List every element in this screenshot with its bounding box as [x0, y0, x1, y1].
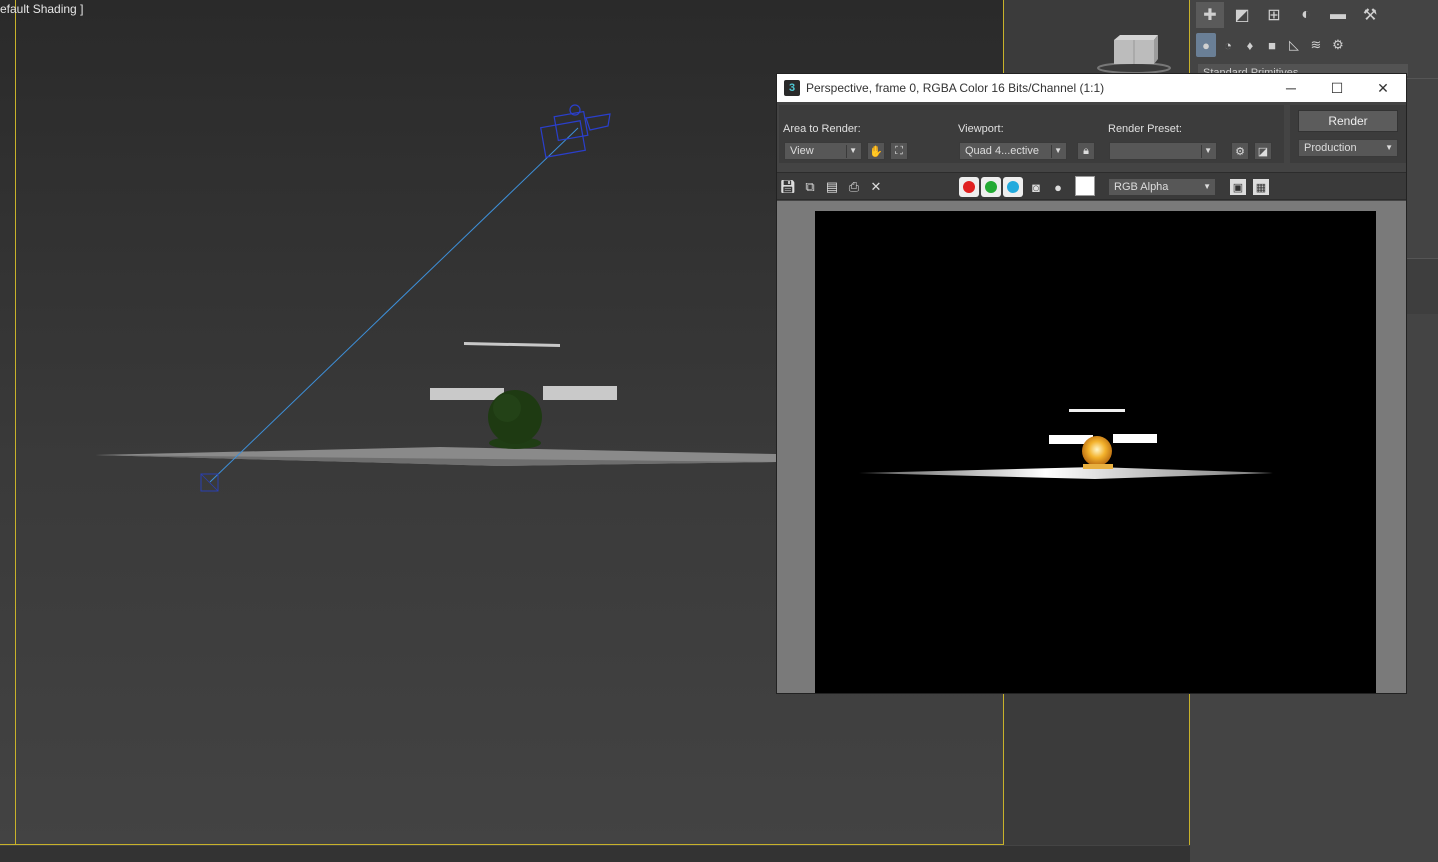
show-info-icon[interactable]: ▦: [1252, 178, 1270, 196]
save-icon[interactable]: 💾︎: [779, 178, 797, 196]
right-box: [543, 386, 617, 400]
status-strip: [0, 846, 1190, 862]
clear-icon[interactable]: ✕: [867, 178, 885, 196]
chevron-down-icon: ▼: [1054, 146, 1062, 155]
red-channel-button[interactable]: [959, 177, 979, 197]
render-sphere: [1082, 436, 1112, 466]
chevron-down-icon: ▼: [1204, 146, 1212, 155]
lock-icon[interactable]: 🔒︎: [1077, 142, 1095, 160]
auto-region-icon[interactable]: ⛶: [890, 142, 908, 160]
spacewarps-icon[interactable]: ≋: [1306, 33, 1326, 57]
color-swatch[interactable]: [1075, 176, 1095, 196]
utilities-icon[interactable]: ⚒: [1356, 2, 1384, 28]
edit-region-icon[interactable]: ✋: [867, 142, 885, 160]
monochrome-icon[interactable]: ●: [1049, 178, 1067, 196]
helpers-icon[interactable]: ◺: [1284, 33, 1304, 57]
rendered-frame-window: 3 Perspective, frame 0, RGBA Color 16 Bi…: [776, 73, 1407, 694]
window-titlebar[interactable]: 3 Perspective, frame 0, RGBA Color 16 Bi…: [777, 74, 1406, 102]
viewcube-icon[interactable]: [1096, 32, 1172, 74]
render-preset-dropdown[interactable]: ▼: [1109, 142, 1217, 160]
production-dropdown[interactable]: Production ▼: [1298, 139, 1398, 157]
render-right-box: [1113, 434, 1157, 443]
green-channel-icon: [985, 181, 997, 193]
app-icon: 3: [784, 80, 800, 96]
motion-icon[interactable]: ◐: [1292, 2, 1320, 28]
top-bar: [464, 342, 560, 347]
channel-display-value: RGB Alpha: [1114, 181, 1169, 193]
render-button[interactable]: Render: [1298, 110, 1398, 132]
rendered-image: [815, 211, 1376, 693]
create-icon[interactable]: ✚: [1196, 2, 1224, 28]
settings-box: Area to Render: View ▼ ✋ ⛶ Viewport: Qua…: [779, 105, 1284, 163]
maximize-icon[interactable]: ☐: [1314, 74, 1360, 102]
viewport-shading-label[interactable]: efault Shading ]: [0, 2, 83, 16]
alpha-channel-icon[interactable]: ◙: [1027, 178, 1045, 196]
area-to-render-dropdown[interactable]: View ▼: [784, 142, 862, 160]
production-value: Production: [1304, 142, 1357, 154]
viewport-value: Quad 4...ective: [965, 145, 1039, 157]
clone-window-icon[interactable]: ▤: [823, 178, 841, 196]
left-box: [430, 388, 504, 400]
lights-icon[interactable]: ♦: [1240, 33, 1260, 57]
viewport-dropdown[interactable]: Quad 4...ective ▼: [959, 142, 1067, 160]
blue-channel-button[interactable]: [1003, 177, 1023, 197]
render-canvas-area: [777, 201, 1406, 693]
render-setup-icon[interactable]: ⚙: [1231, 142, 1249, 160]
geometry-icon[interactable]: ●: [1196, 33, 1216, 57]
area-to-render-label: Area to Render:: [783, 123, 861, 135]
environment-icon[interactable]: ◪: [1254, 142, 1272, 160]
blue-channel-icon: [1007, 181, 1019, 193]
viewport-label: Viewport:: [958, 123, 1004, 135]
panel-side-strip: [1406, 258, 1438, 314]
hierarchy-icon[interactable]: ⊞: [1260, 2, 1288, 28]
close-icon[interactable]: ✕: [1360, 74, 1406, 102]
area-to-render-value: View: [790, 145, 814, 157]
chevron-down-icon: ▼: [1385, 143, 1393, 152]
print-icon[interactable]: ⎙: [845, 178, 863, 196]
render-settings: Area to Render: View ▼ ✋ ⛶ Viewport: Qua…: [777, 102, 1406, 166]
shapes-icon[interactable]: ◔: [1218, 33, 1238, 57]
render-preset-label: Render Preset:: [1108, 123, 1182, 135]
rendered-scene: [859, 409, 1273, 479]
display-icon[interactable]: ▬: [1324, 2, 1352, 28]
render-floor: [859, 467, 1273, 479]
window-title: Perspective, frame 0, RGBA Color 16 Bits…: [806, 81, 1105, 95]
minimize-icon[interactable]: ─: [1268, 74, 1314, 102]
channel-display-dropdown[interactable]: RGB Alpha ▼: [1108, 178, 1216, 196]
chevron-down-icon: ▼: [849, 146, 857, 155]
copy-icon[interactable]: ⧉: [801, 178, 819, 196]
frame-toolbar: 💾︎ ⧉ ▤ ⎙ ✕ ◙ ● RGB Alpha ▼ ▣ ▦: [777, 172, 1406, 200]
green-channel-button[interactable]: [981, 177, 1001, 197]
systems-icon[interactable]: ⚙: [1328, 33, 1348, 57]
render-top-bar: [1069, 409, 1125, 412]
category-buttons: ● ◔ ♦ ■ ◺ ≋ ⚙: [1196, 33, 1348, 59]
cameras-icon[interactable]: ■: [1262, 33, 1282, 57]
command-panel-tabs: ✚ ◩ ⊞ ◐ ▬ ⚒: [1196, 2, 1384, 30]
modify-icon[interactable]: ◩: [1228, 2, 1256, 28]
display-corrected-icon[interactable]: ▣: [1229, 178, 1247, 196]
red-channel-icon: [963, 181, 975, 193]
chevron-down-icon: ▼: [1203, 182, 1211, 191]
